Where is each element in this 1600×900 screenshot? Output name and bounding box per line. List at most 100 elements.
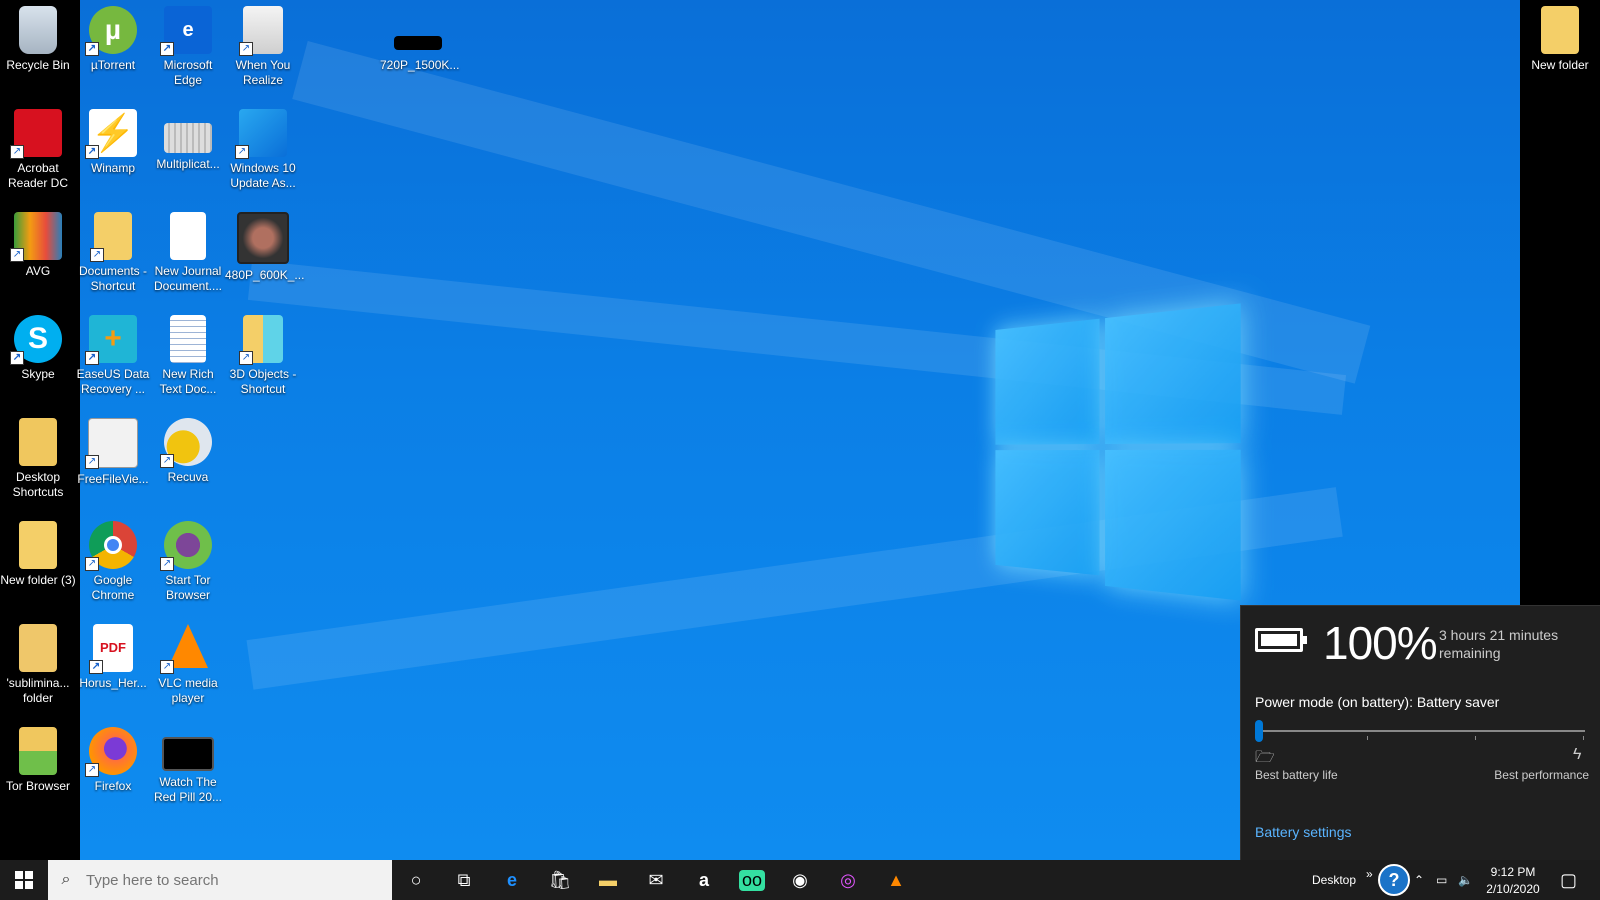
utorrent-icon: µ ↗ xyxy=(89,6,137,54)
icon-label: Desktop Shortcuts xyxy=(0,470,76,500)
start-button[interactable] xyxy=(0,860,48,900)
folder-icon xyxy=(1541,6,1579,54)
desktop-icon-recuva[interactable]: ↗ Recuva xyxy=(150,412,226,485)
desktop-icon-firefox[interactable]: ↗ Firefox xyxy=(75,721,151,794)
taskbar-app[interactable]: ◉ xyxy=(778,860,822,900)
clock[interactable]: 9:12 PM 2/10/2020 xyxy=(1478,864,1548,898)
cortana-button[interactable]: ○ xyxy=(394,860,438,900)
taskbar-edge[interactable]: e xyxy=(490,860,534,900)
tripadvisor-icon: oo xyxy=(739,870,765,891)
taskbar: ⌕ ○ ⧉ e 🛍 ▬ ✉ a oo ◉ ◎ ▲ Desktop» ? ⌃ ▭ … xyxy=(0,860,1600,900)
icon-label: Acrobat Reader DC xyxy=(0,161,76,191)
desktop-icon-microsoft-edge[interactable]: e ↗ Microsoft Edge xyxy=(150,0,226,88)
desktop-icon-new-folder[interactable]: New folder xyxy=(1522,0,1598,73)
show-hidden-icons-button[interactable]: ⌃ xyxy=(1414,860,1424,900)
best-performance-label: Best performance xyxy=(1494,768,1589,782)
desktop-icon-utorrent[interactable]: µ ↗ µTorrent xyxy=(75,0,151,73)
desktop-icon-multiplicat[interactable]: Multiplicat... xyxy=(150,103,226,172)
chrome-icon: ↗ xyxy=(89,521,137,569)
clock-date: 2/10/2020 xyxy=(1478,881,1548,898)
folder-icon: ↗ xyxy=(94,212,132,260)
desktop-icon-recycle-bin[interactable]: Recycle Bin xyxy=(0,0,76,73)
taskbar-mail[interactable]: ✉ xyxy=(634,860,678,900)
slider-tick xyxy=(1475,736,1476,740)
battery-tray[interactable]: ▭ xyxy=(1436,860,1447,900)
cortana-icon: ○ xyxy=(411,870,422,891)
desktop-icon-watch-red-pill[interactable]: Watch The Red Pill 20... xyxy=(150,721,226,805)
icon-label: 3D Objects - Shortcut xyxy=(225,367,301,397)
notification-icon: ▢ xyxy=(1560,870,1577,891)
vlc-icon: ▲ xyxy=(887,870,905,891)
video-icon xyxy=(394,36,442,50)
desktop-icon-subliminal-folder[interactable]: 'sublimina... folder xyxy=(0,618,76,706)
desktop-toolbar[interactable]: Desktop » xyxy=(1312,860,1373,900)
desktop-icon-freefileviewer[interactable]: ↗ FreeFileVie... xyxy=(75,412,151,487)
folder-icon xyxy=(19,418,57,466)
desktop-icon-acrobat[interactable]: ↗ Acrobat Reader DC xyxy=(0,103,76,191)
task-view-button[interactable]: ⧉ xyxy=(442,860,486,900)
taskbar-app[interactable]: ◎ xyxy=(826,860,870,900)
recycle-bin-icon xyxy=(19,6,57,54)
icon-label: FreeFileVie... xyxy=(75,472,151,487)
document-icon xyxy=(170,212,206,260)
lightning-icon: ϟ xyxy=(1573,746,1581,764)
pdf-icon: PDF ↗ xyxy=(93,624,133,672)
power-mode-slider-track[interactable] xyxy=(1259,730,1585,732)
icon-label: New folder xyxy=(1522,58,1598,73)
taskbar-amazon[interactable]: a xyxy=(682,860,726,900)
tor-folder-icon xyxy=(19,727,57,775)
search-input[interactable] xyxy=(84,871,378,890)
icon-label: New Journal Document.... xyxy=(150,264,226,294)
edge-icon: e xyxy=(507,870,517,891)
taskbar-tripadvisor[interactable]: oo xyxy=(730,860,774,900)
desktop-icon-avg[interactable]: ↗ AVG xyxy=(0,206,76,279)
desktop-icon-vlc[interactable]: ↗ VLC media player xyxy=(150,618,226,706)
taskbar-file-explorer[interactable]: ▬ xyxy=(586,860,630,900)
desktop-icon-horus-pdf[interactable]: PDF ↗ Horus_Her... xyxy=(75,618,151,691)
battery-remaining: 3 hours 21 minutes remaining xyxy=(1439,626,1589,662)
desktop-icon-when-you-realize[interactable]: ↗ When You Realize xyxy=(225,0,301,88)
taskbar-store[interactable]: 🛍 xyxy=(538,860,582,900)
slider-tick xyxy=(1367,736,1368,740)
power-mode-slider-thumb[interactable] xyxy=(1255,720,1263,742)
battery-tray-icon: ▭ xyxy=(1436,873,1447,887)
desktop-icon-720p-video[interactable]: 720P_1500K... xyxy=(380,24,456,73)
task-view-icon: ⧉ xyxy=(458,870,471,891)
battery-icon xyxy=(1255,628,1303,652)
desktop-icon-tor-browser-folder[interactable]: Tor Browser xyxy=(0,721,76,794)
desktop-icon-new-folder-3[interactable]: New folder (3) xyxy=(0,515,76,588)
gradient-file-icon: ↗ xyxy=(243,6,283,54)
desktop-icon-easeus[interactable]: + ↗ EaseUS Data Recovery ... xyxy=(75,309,151,397)
action-center-button[interactable]: ▢ xyxy=(1560,860,1577,900)
desktop-icon-new-journal-document[interactable]: New Journal Document.... xyxy=(150,206,226,294)
desktop-icon-google-chrome[interactable]: ↗ Google Chrome xyxy=(75,515,151,603)
store-icon: 🛍 xyxy=(549,870,572,891)
battery-flyout: 100% 3 hours 21 minutes remaining Power … xyxy=(1240,605,1600,861)
file-icon xyxy=(164,123,212,153)
folder-icon xyxy=(19,624,57,672)
desktop-icon-new-rich-text[interactable]: New Rich Text Doc... xyxy=(150,309,226,397)
desktop-icon-windows-update-assistant[interactable]: ↗ Windows 10 Update As... xyxy=(225,103,301,191)
desktop-icon-documents-shortcut[interactable]: ↗ Documents - Shortcut xyxy=(75,206,151,294)
volume-tray[interactable]: 🔈 xyxy=(1458,860,1473,900)
power-mode-label: Power mode (on battery): Battery saver xyxy=(1255,694,1499,710)
clock-time: 9:12 PM xyxy=(1478,864,1548,881)
desktop-icon-480p-video[interactable]: 480P_600K_... xyxy=(225,206,301,283)
firefox-icon: ↗ xyxy=(89,727,137,775)
mail-icon: ✉ xyxy=(648,870,663,891)
taskbar-search-box[interactable]: ⌕ xyxy=(48,860,392,900)
battery-settings-link[interactable]: Battery settings xyxy=(1255,824,1352,840)
icon-label: Microsoft Edge xyxy=(150,58,226,88)
windows-logo-wallpaper xyxy=(995,303,1240,600)
icon-label: Skype xyxy=(0,367,76,382)
skype-icon: S ↗ xyxy=(14,315,62,363)
desktop-icon-3d-objects[interactable]: ↗ 3D Objects - Shortcut xyxy=(225,309,301,397)
desktop-icon-skype[interactable]: S ↗ Skype xyxy=(0,309,76,382)
desktop-icon-desktop-shortcuts[interactable]: Desktop Shortcuts xyxy=(0,412,76,500)
desktop-icon-start-tor-browser[interactable]: ↗ Start Tor Browser xyxy=(150,515,226,603)
help-button[interactable]: ? xyxy=(1378,860,1410,900)
desktop-icon-winamp[interactable]: ⚡ ↗ Winamp xyxy=(75,103,151,176)
winamp-icon: ⚡ ↗ xyxy=(89,109,137,157)
taskbar-vlc[interactable]: ▲ xyxy=(874,860,918,900)
video-icon xyxy=(162,737,214,771)
